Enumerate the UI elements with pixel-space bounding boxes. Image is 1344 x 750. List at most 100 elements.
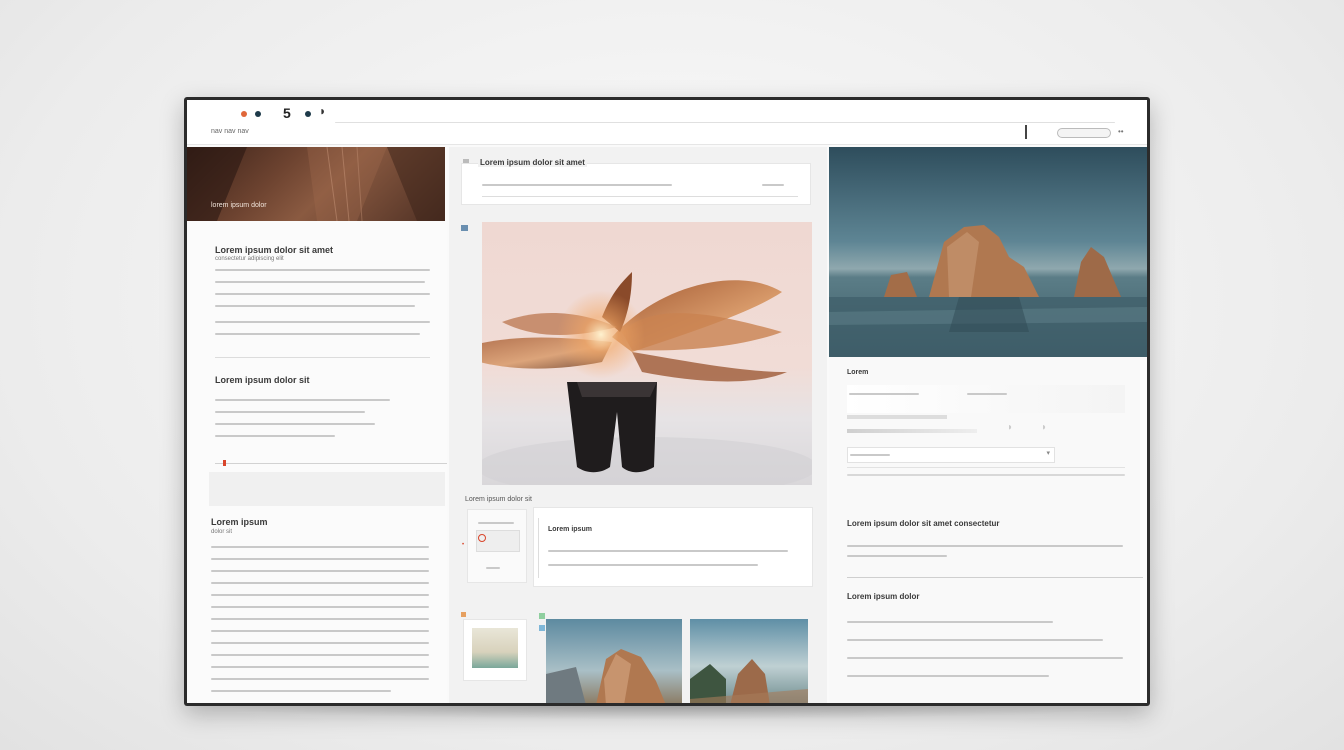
text-line <box>211 558 429 560</box>
logo-mark[interactable]: 5 <box>283 105 291 121</box>
window-dot-red[interactable] <box>241 111 247 117</box>
top-card-title: Lorem ipsum dolor sit amet <box>478 158 587 167</box>
top-card[interactable]: Lorem ipsum dolor sit amet <box>461 158 811 205</box>
text-line <box>215 269 430 271</box>
divider <box>847 467 1125 468</box>
text-line <box>211 690 391 692</box>
section3-subtitle: dolor sit <box>211 529 233 535</box>
text-line <box>211 594 429 596</box>
bottom-card-title: Lorem ipsum <box>548 526 592 533</box>
input-field[interactable] <box>847 385 1125 413</box>
empty-block <box>209 472 445 506</box>
text-line <box>762 184 784 186</box>
divider <box>215 357 430 358</box>
text-line <box>215 305 415 307</box>
text-line <box>215 411 365 413</box>
monitor-frame: 5 ◗ nav nav nav •• lorem ipsum dolor Lor… <box>184 97 1150 706</box>
text-line <box>211 642 429 644</box>
text-line <box>211 654 429 656</box>
section-title-1: Lorem ipsum dolor sit amet consectetur <box>847 519 1000 528</box>
text-line <box>847 675 1049 677</box>
center-column: Lorem ipsum dolor sit amet Lorem ipsum d… <box>449 147 827 703</box>
text-line <box>211 546 429 548</box>
toggle-icon[interactable]: ◗ <box>1041 422 1047 433</box>
info-icon <box>539 625 545 631</box>
banner-texture <box>187 147 445 221</box>
small-image <box>472 628 518 668</box>
right-column: Lorem ◗ ◗ ▾ Lorem ipsum dolor sit amet c… <box>829 147 1147 703</box>
back-chevron-icon[interactable]: ◗ <box>319 104 326 118</box>
text-line <box>215 321 430 323</box>
text-line <box>548 550 788 552</box>
nav-text[interactable]: nav nav nav <box>211 128 249 135</box>
text-line <box>211 678 429 680</box>
caption-row: Lorem ipsum dolor sit <box>465 496 532 503</box>
small-image-card[interactable] <box>463 619 527 681</box>
hero-image[interactable] <box>482 222 812 485</box>
address-line <box>335 122 1115 123</box>
text-line <box>215 293 430 295</box>
text-line <box>847 639 1103 641</box>
rock-illustration <box>546 649 666 703</box>
image-icon <box>461 225 468 231</box>
text-line <box>850 454 890 456</box>
text-line <box>847 545 1123 547</box>
text-line <box>847 474 1125 476</box>
thumbnail-card[interactable] <box>467 509 527 583</box>
tag-icon <box>461 612 466 617</box>
text-line <box>967 393 1007 395</box>
text-line <box>215 333 420 335</box>
menu-icon[interactable]: •• <box>1118 127 1124 136</box>
text-line <box>215 435 335 437</box>
section2-title: Lorem ipsum dolor sit <box>215 375 310 385</box>
search-input[interactable] <box>1057 128 1111 138</box>
progress-bar[interactable] <box>847 429 977 433</box>
radio-icon[interactable] <box>478 534 486 542</box>
sculpture-illustration <box>482 272 812 485</box>
text-line <box>548 564 758 566</box>
select-field[interactable]: ▾ <box>847 447 1055 463</box>
bottom-card[interactable]: Lorem ipsum <box>533 507 813 587</box>
text-line <box>211 666 429 668</box>
toggle-icon[interactable]: ◗ <box>1007 422 1013 433</box>
progress-track[interactable] <box>215 463 447 464</box>
text-line <box>215 399 390 401</box>
section3-title: Lorem ipsum <box>211 517 268 527</box>
text-line <box>847 555 947 557</box>
text-line <box>847 657 1123 659</box>
gallery-image-1[interactable] <box>546 619 682 703</box>
progress-bar[interactable] <box>847 415 947 419</box>
window-dot-small[interactable] <box>305 111 311 117</box>
panel-title: Lorem <box>847 369 869 376</box>
progress-handle[interactable] <box>223 460 226 466</box>
text-line <box>211 570 429 572</box>
left-column: lorem ipsum dolor Lorem ipsum dolor sit … <box>187 147 447 703</box>
banner-caption: lorem ipsum dolor <box>211 202 267 209</box>
section1-title: Lorem ipsum dolor sit amet <box>215 245 334 255</box>
chevron-down-icon[interactable]: ▾ <box>1046 449 1050 457</box>
divider <box>1025 125 1027 139</box>
divider <box>847 577 1143 578</box>
sea-rocks-illustration <box>829 225 1147 357</box>
check-icon <box>539 613 545 619</box>
screen: 5 ◗ nav nav nav •• lorem ipsum dolor Lor… <box>187 100 1147 703</box>
section1-subtitle: consectetur adipiscing elit <box>215 256 284 262</box>
section-title-2: Lorem ipsum dolor <box>847 592 920 601</box>
window-dot-dark[interactable] <box>255 111 261 117</box>
marker-icon: • <box>462 542 465 548</box>
seascape-image[interactable] <box>829 147 1147 357</box>
top-bar: 5 ◗ nav nav nav •• <box>187 100 1147 145</box>
text-line <box>211 618 429 620</box>
divider <box>482 196 798 197</box>
gallery-image-2[interactable] <box>690 619 808 703</box>
card-divider <box>538 518 539 578</box>
text-line <box>215 423 375 425</box>
text-line <box>478 522 514 524</box>
rock-illustration <box>690 659 808 703</box>
text-line <box>486 567 500 569</box>
text-line <box>211 630 429 632</box>
text-line <box>211 606 429 608</box>
text-line <box>847 621 1053 623</box>
banner-image[interactable]: lorem ipsum dolor <box>187 147 445 221</box>
text-line <box>482 184 672 186</box>
